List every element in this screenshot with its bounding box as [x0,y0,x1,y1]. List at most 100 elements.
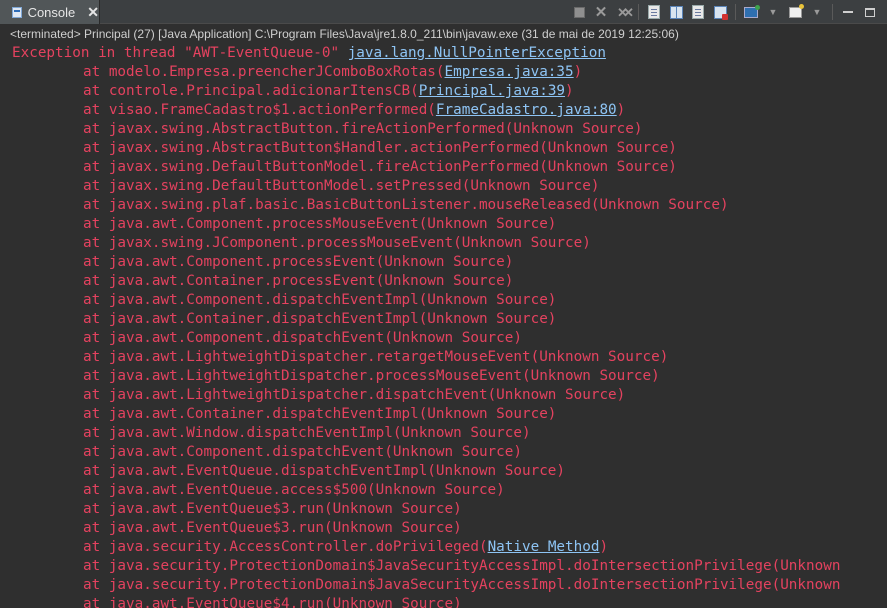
stack-frame-text: at java.awt.Component.dispatchEventImpl(… [83,292,557,308]
tab-console[interactable]: Console ✕ [0,0,100,24]
stack-frame-text: at java.awt.Container.processEvent(Unkno… [83,273,514,289]
stack-frame-line: at java.awt.EventQueue$4.run(Unknown Sou… [83,595,462,608]
stack-frame-line: at java.awt.LightweightDispatcher.retarg… [83,348,668,367]
maximize-icon [865,7,875,17]
scroll-lock-icon [648,5,660,19]
display-selected-console-dropdown[interactable]: ▼ [764,4,782,20]
process-status-line: <terminated> Principal (27) [Java Applic… [10,27,679,41]
terminate-button[interactable] [570,4,588,20]
stack-frame-text: at modelo.Empresa.preencherJComboBoxRota… [83,64,445,80]
tab-console-label: Console [27,4,76,20]
stack-frame-line: at java.awt.Window.dispatchEventImpl(Unk… [83,424,531,443]
stack-frame-line: at controle.Principal.adicionarItensCB(P… [83,82,574,101]
stack-frame-line: at javax.swing.AbstractButton.fireAction… [83,120,642,139]
stack-frame-text: at java.awt.Container.dispatchEventImpl(… [83,311,557,327]
open-console-icon [788,3,804,18]
stack-frame-suffix: ) [565,83,574,99]
chevron-down-icon: ▼ [768,6,778,17]
minimize-button[interactable] [839,4,857,20]
stack-frame-line: at visao.FrameCadastro$1.actionPerformed… [83,101,625,120]
stack-frame-text: at java.security.ProtectionDomain$JavaSe… [83,577,841,593]
stack-frame-line: at java.awt.LightweightDispatcher.dispat… [83,386,625,405]
stack-frame-line: at java.security.ProtectionDomain$JavaSe… [83,557,840,576]
toolbar-separator [638,4,639,20]
stack-frame-line: at java.awt.Container.dispatchEventImpl(… [83,310,556,329]
stack-frame-text: at java.awt.EventQueue.dispatchEventImpl… [83,463,566,479]
stack-frame-text: at visao.FrameCadastro$1.actionPerformed… [83,102,436,118]
stack-frame-text: at controle.Principal.adicionarItensCB( [83,83,419,99]
stack-frame-line: at java.awt.EventQueue.dispatchEventImpl… [83,462,565,481]
stack-frame-line: at java.awt.EventQueue$3.run(Unknown Sou… [83,500,462,519]
stack-frame-text: at java.awt.Container.dispatchEventImpl(… [83,406,557,422]
stack-frame-text: at java.awt.LightweightDispatcher.dispat… [83,387,626,403]
toolbar-separator [832,4,833,20]
console-view: Console ✕ ✕ ✕✕ ▼ ▼ <terminated> Principa… [0,0,887,608]
stack-frame-text: at java.awt.Component.dispatchEvent(Unkn… [83,330,522,346]
stack-frame-text: at java.awt.EventQueue$4.run(Unknown Sou… [83,596,462,608]
stack-frame-text: at java.security.ProtectionDomain$JavaSe… [83,558,841,574]
stack-frame-line: at javax.swing.JComponent.processMouseEv… [83,234,591,253]
stack-frame-text: at java.awt.Component.dispatchEvent(Unkn… [83,444,522,460]
stack-frame-line: at java.security.AccessController.doPriv… [83,538,608,557]
source-location-link[interactable]: Empresa.java:35 [445,64,574,80]
stack-frame-text: at javax.swing.JComponent.processMouseEv… [83,235,591,251]
console-output[interactable]: Exception in thread "AWT-EventQueue-0" j… [0,44,887,608]
exception-header: Exception in thread "AWT-EventQueue-0" j… [12,44,606,63]
stack-frame-line: at java.awt.Component.processMouseEvent(… [83,215,556,234]
stack-frame-line: at java.awt.EventQueue.access$500(Unknow… [83,481,505,500]
open-console-dropdown[interactable]: ▼ [808,4,826,20]
toolbar-separator [735,4,736,20]
close-icon[interactable]: ✕ [87,5,99,19]
display-selected-console-button[interactable] [742,4,760,20]
show-on-stdout-icon [669,5,683,19]
show-on-stdout-button[interactable] [667,4,685,20]
stack-frame-line: at java.awt.Component.dispatchEvent(Unkn… [83,443,522,462]
stack-frame-line: at java.awt.Component.dispatchEventImpl(… [83,291,556,310]
source-location-link[interactable]: FrameCadastro.java:80 [436,102,617,118]
terminate-icon [573,6,585,18]
stack-frame-line: at java.awt.Container.dispatchEventImpl(… [83,405,556,424]
stack-frame-suffix: ) [573,64,583,80]
stack-frame-line: at java.awt.LightweightDispatcher.proces… [83,367,660,386]
stack-frame-line: at javax.swing.DefaultButtonModel.fireAc… [83,158,677,177]
view-tab-bar: Console ✕ ✕ ✕✕ ▼ ▼ [0,0,887,24]
stack-frame-text: at javax.swing.DefaultButtonModel.fireAc… [83,159,677,175]
stack-frame-text: at javax.swing.AbstractButton$Handler.ac… [83,140,677,156]
remove-launch-button[interactable]: ✕ [592,4,610,20]
stack-frame-text: at java.security.AccessController.doPriv… [83,539,488,555]
stack-frame-text: at java.awt.LightweightDispatcher.retarg… [83,349,669,365]
source-location-link[interactable]: Native Method [488,539,600,555]
console-icon [12,6,22,18]
source-location-link[interactable]: Principal.java:39 [419,83,565,99]
remove-all-terminated-button[interactable]: ✕✕ [614,4,634,20]
scroll-lock-button[interactable] [645,4,663,20]
stack-frame-line: at java.awt.EventQueue$3.run(Unknown Sou… [83,519,462,538]
stack-frame-text: at java.awt.EventQueue$3.run(Unknown Sou… [83,520,462,536]
stack-frame-text: at javax.swing.AbstractButton.fireAction… [83,121,643,137]
open-console-button[interactable] [786,3,804,20]
stack-frame-text: at java.awt.Window.dispatchEventImpl(Unk… [83,425,531,441]
stack-frame-line: at javax.swing.AbstractButton$Handler.ac… [83,139,677,158]
stack-frame-text: at java.awt.Component.processMouseEvent(… [83,216,557,232]
stack-frame-line: at javax.swing.DefaultButtonModel.setPre… [83,177,599,196]
remove-launch-icon: ✕ [594,3,608,21]
maximize-button[interactable] [861,4,879,20]
exception-type-link[interactable]: java.lang.NullPointerException [348,45,606,61]
stack-frame-line: at modelo.Empresa.preencherJComboBoxRota… [83,63,582,82]
stack-frame-line: at javax.swing.plaf.basic.BasicButtonLis… [83,196,729,215]
stack-frame-text: at java.awt.LightweightDispatcher.proces… [83,368,660,384]
stack-frame-suffix: ) [616,102,626,118]
exception-header-text: Exception in thread "AWT-EventQueue-0" [12,45,348,61]
stack-frame-text: at java.awt.EventQueue.access$500(Unknow… [83,482,505,498]
minimize-icon [843,11,853,13]
word-wrap-icon [713,5,728,20]
stack-frame-suffix: ) [599,539,609,555]
stack-frame-text: at java.awt.EventQueue$3.run(Unknown Sou… [83,501,462,517]
stack-frame-text: at javax.swing.plaf.basic.BasicButtonLis… [83,197,729,213]
word-wrap-button[interactable] [711,4,729,20]
show-on-stderr-button[interactable] [689,4,707,20]
display-selected-console-icon [744,4,760,18]
stack-frame-text: at java.awt.Component.processEvent(Unkno… [83,254,514,270]
stack-frame-line: at java.awt.Component.processEvent(Unkno… [83,253,513,272]
chevron-down-icon: ▼ [812,6,822,17]
